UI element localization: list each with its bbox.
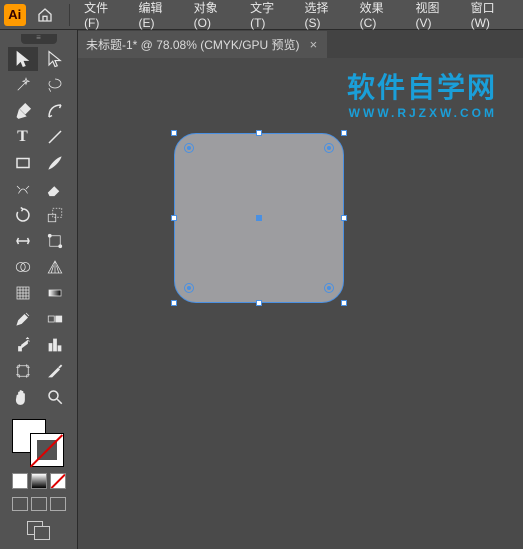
draw-normal-icon[interactable] [12, 497, 28, 511]
line-segment-tool[interactable] [40, 125, 70, 149]
eyedropper-tool[interactable] [8, 307, 38, 331]
stroke-swatch[interactable] [30, 433, 64, 467]
resize-handle-nw[interactable] [171, 130, 177, 136]
width-tool[interactable] [8, 229, 38, 253]
resize-handle-n[interactable] [256, 130, 262, 136]
gradient-tool[interactable] [40, 281, 70, 305]
blend-tool[interactable] [40, 307, 70, 331]
selected-rounded-rectangle[interactable] [174, 133, 344, 303]
watermark-url: WWW.RJZXW.COM [347, 106, 497, 120]
resize-handle-sw[interactable] [171, 300, 177, 306]
menu-select[interactable]: 选择(S) [299, 0, 350, 32]
document-tab[interactable]: 未标题-1* @ 78.08% (CMYK/GPU 预览) × [78, 31, 327, 58]
menu-object[interactable]: 对象(O) [188, 0, 240, 32]
menu-effect[interactable]: 效果(C) [354, 0, 406, 32]
paintbrush-tool[interactable] [40, 151, 70, 175]
curvature-tool[interactable] [40, 99, 70, 123]
magic-wand-tool[interactable] [8, 73, 38, 97]
symbol-sprayer-tool[interactable] [8, 333, 38, 357]
menu-bar: Ai 文件(F) 编辑(E) 对象(O) 文字(T) 选择(S) 效果(C) 视… [0, 0, 523, 30]
menu-file[interactable]: 文件(F) [78, 0, 128, 32]
bounding-box [174, 133, 344, 303]
toolbox-panel: T [0, 30, 78, 549]
artboard-tool[interactable] [8, 359, 38, 383]
menu-edit[interactable]: 编辑(E) [133, 0, 184, 32]
close-icon[interactable]: × [308, 37, 320, 52]
lasso-tool[interactable] [40, 73, 70, 97]
menu-separator [69, 4, 70, 26]
slice-tool[interactable] [40, 359, 70, 383]
resize-handle-e[interactable] [341, 215, 347, 221]
corner-widget-nw[interactable] [184, 143, 194, 153]
document-tab-bar: 未标题-1* @ 78.08% (CMYK/GPU 预览) × [78, 30, 523, 58]
menu-window[interactable]: 窗口(W) [465, 0, 519, 32]
center-point-icon[interactable] [256, 215, 262, 221]
menu-view[interactable]: 视图(V) [409, 0, 460, 32]
eraser-tool[interactable] [40, 177, 70, 201]
resize-handle-s[interactable] [256, 300, 262, 306]
watermark-title: 软件自学网 [347, 66, 497, 106]
tool-grid: T [8, 47, 70, 409]
corner-widget-se[interactable] [324, 283, 334, 293]
mesh-tool[interactable] [8, 281, 38, 305]
color-mode-gradient[interactable] [31, 473, 47, 489]
shaper-tool[interactable] [8, 177, 38, 201]
resize-handle-ne[interactable] [341, 130, 347, 136]
color-mode-solid[interactable] [12, 473, 28, 489]
perspective-grid-tool[interactable] [40, 255, 70, 279]
shape-builder-tool[interactable] [8, 255, 38, 279]
home-icon[interactable] [36, 5, 56, 25]
color-mode-row [12, 473, 66, 489]
corner-widget-sw[interactable] [184, 283, 194, 293]
fill-stroke-swatches[interactable] [12, 419, 66, 467]
watermark: 软件自学网 WWW.RJZXW.COM [347, 66, 497, 120]
zoom-tool[interactable] [40, 385, 70, 409]
column-graph-tool[interactable] [40, 333, 70, 357]
rotate-tool[interactable] [8, 203, 38, 227]
draw-mode-row [12, 497, 66, 511]
toolbox-grip-icon[interactable] [21, 34, 57, 44]
draw-behind-icon[interactable] [31, 497, 47, 511]
draw-inside-icon[interactable] [50, 497, 66, 511]
app-logo: Ai [4, 4, 26, 26]
resize-handle-w[interactable] [171, 215, 177, 221]
rectangle-tool[interactable] [8, 151, 38, 175]
type-tool[interactable]: T [8, 125, 38, 149]
document-tab-title: 未标题-1* @ 78.08% (CMYK/GPU 预览) [86, 36, 300, 53]
direct-selection-tool[interactable] [40, 47, 70, 71]
color-mode-none[interactable] [50, 473, 66, 489]
hand-tool[interactable] [8, 385, 38, 409]
scale-tool[interactable] [40, 203, 70, 227]
selection-tool[interactable] [8, 47, 38, 71]
free-transform-tool[interactable] [40, 229, 70, 253]
resize-handle-se[interactable] [341, 300, 347, 306]
pen-tool[interactable] [8, 99, 38, 123]
menu-type[interactable]: 文字(T) [244, 0, 294, 32]
corner-widget-ne[interactable] [324, 143, 334, 153]
screen-mode-icon[interactable] [27, 521, 51, 541]
